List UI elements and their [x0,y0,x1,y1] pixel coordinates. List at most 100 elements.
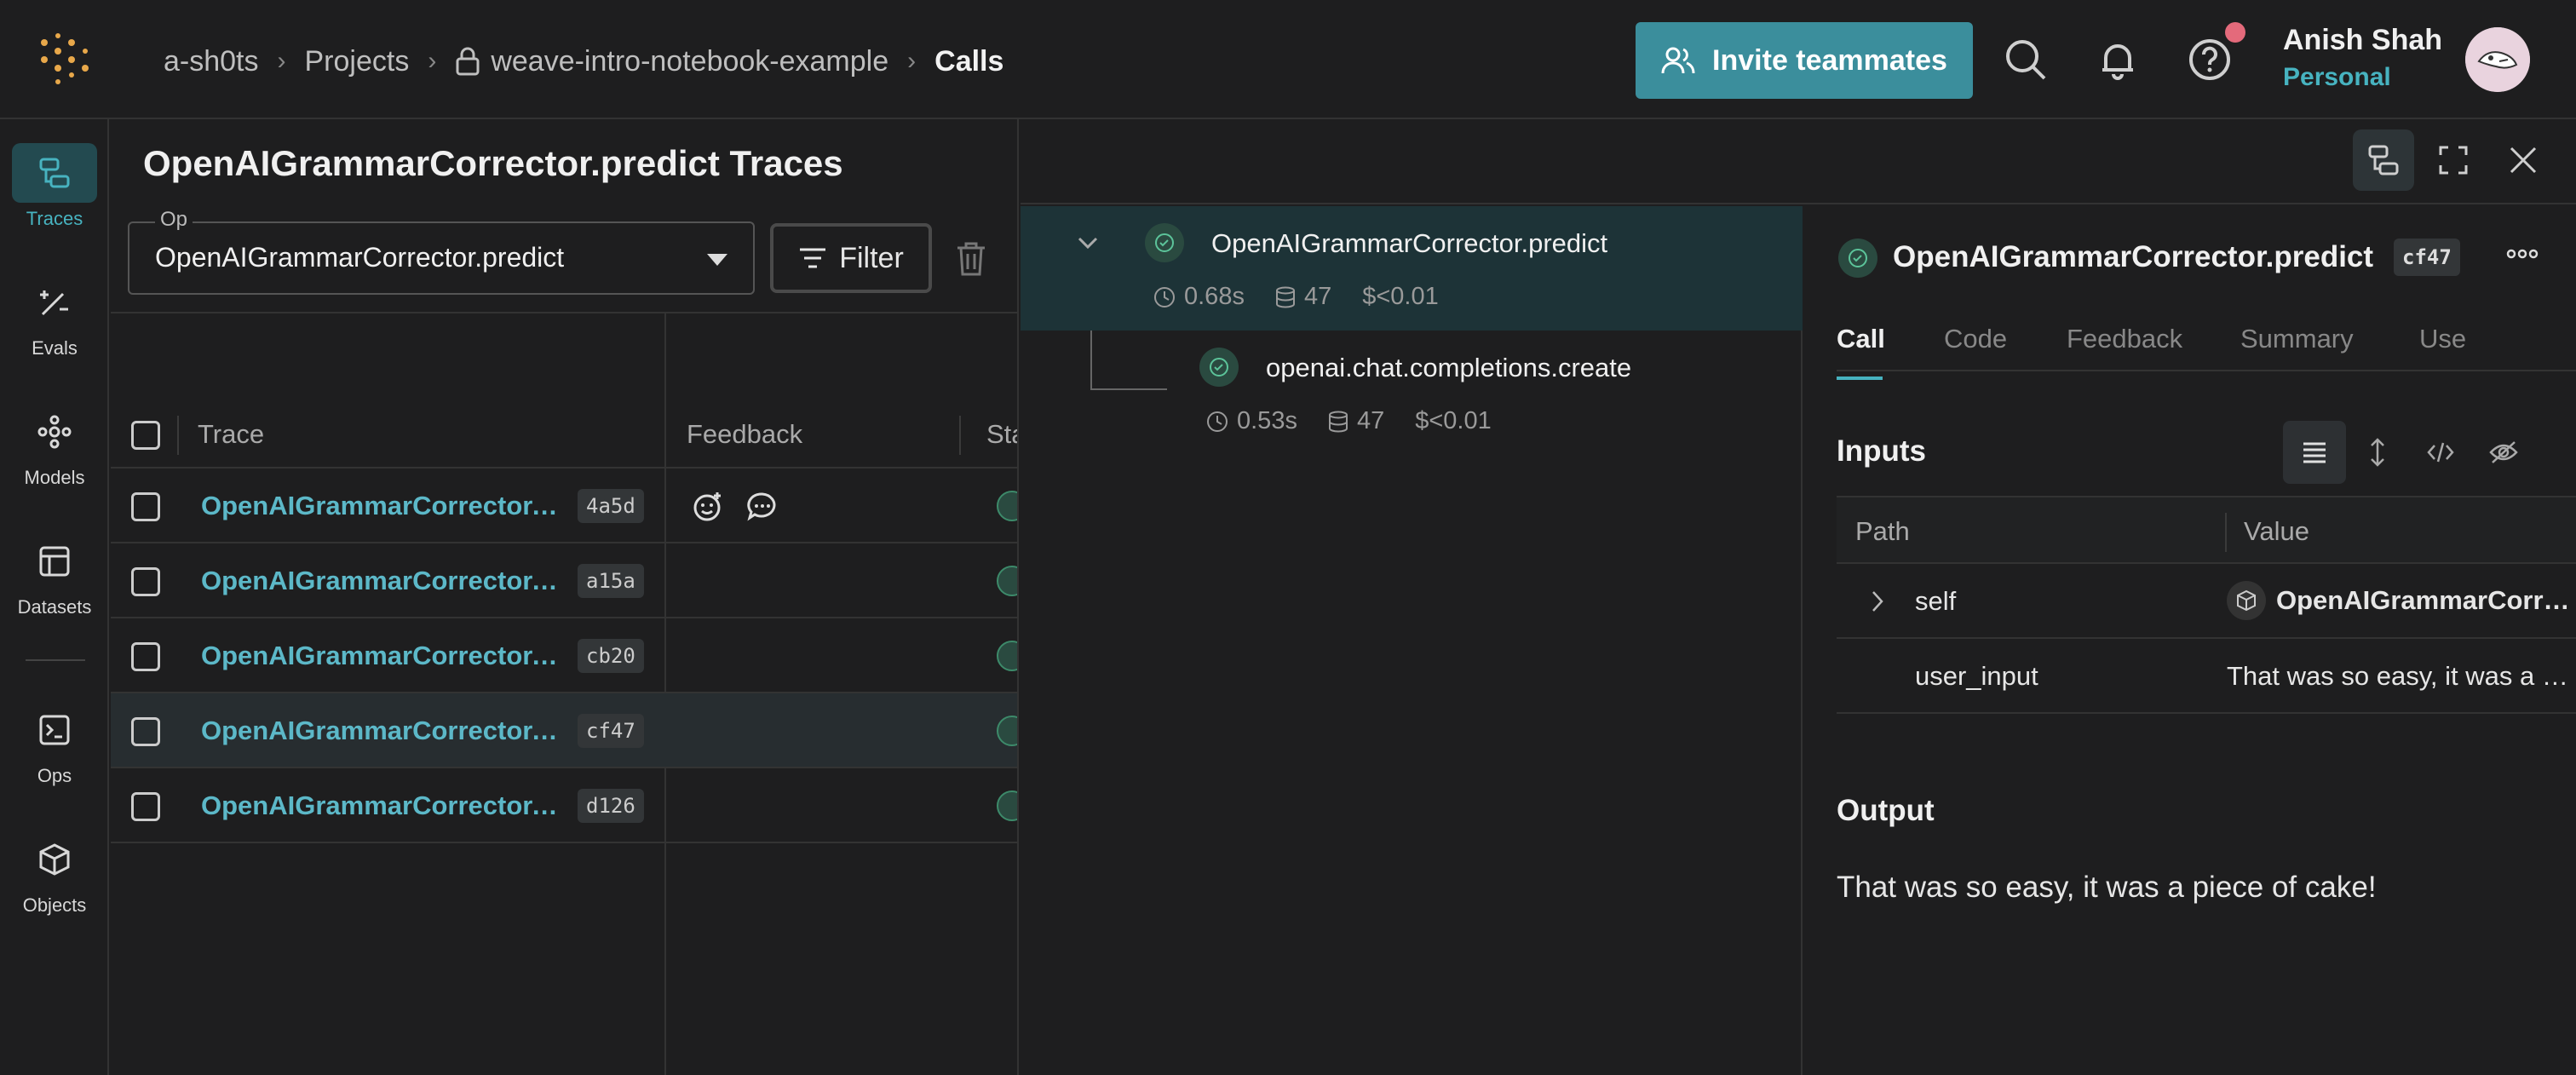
chevron-down-icon[interactable] [1077,232,1099,254]
objects-icon [39,843,70,876]
trace-name-link[interactable]: OpenAIGrammarCorrector.predict [201,491,559,521]
inputs-table-header: Path Value [1837,496,2576,564]
input-row-self[interactable]: self OpenAIGrammarCorrector [1837,564,2576,639]
sidebar-item-evals[interactable]: Evals [0,273,109,359]
input-key: user_input [1915,661,2038,691]
avatar[interactable] [2465,27,2530,92]
tab-code[interactable]: Code [1944,324,2007,354]
sidebar-item-traces[interactable]: Traces [0,143,109,230]
table-row[interactable]: OpenAIGrammarCorrector.predict d126 [111,768,1017,843]
filter-button[interactable]: Filter [770,223,932,293]
call-detail: OpenAIGrammarCorrector.predict cf47 Call… [1804,206,2576,1075]
status-icon [997,566,1017,596]
row-checkbox[interactable] [131,717,160,746]
latency: 0.68s [1184,283,1245,310]
database-icon [1328,411,1348,433]
chevron-right-icon: › [277,47,286,75]
call-tree-row-root[interactable]: OpenAIGrammarCorrector.predict 0.68s 47 … [1021,206,1803,331]
fullscreen-button[interactable] [2423,129,2484,191]
side-nav: Traces Evals Models Datasets Ops Objects [0,119,109,1075]
active-tab-indicator [1837,377,1883,380]
tree-view-button[interactable] [2353,129,2414,191]
page-title: OpenAIGrammarCorrector.predict Traces [143,143,843,183]
column-header-value: Value [2244,516,2309,546]
help-icon[interactable] [2188,37,2232,82]
table-row[interactable]: OpenAIGrammarCorrector.predict a15a [111,543,1017,618]
op-select[interactable]: Op OpenAIGrammarCorrector.predict [128,208,755,295]
input-key: self [1915,586,1957,616]
call-id-badge: 4a5d [578,489,644,523]
models-icon [37,415,72,449]
tab-feedback[interactable]: Feedback [2067,324,2182,354]
expand-rows-button[interactable] [2346,421,2409,484]
breadcrumb-entity[interactable]: a-sh0ts [164,45,259,78]
success-status-icon [1199,348,1239,387]
call-id-badge[interactable]: cf47 [2394,239,2460,276]
row-checkbox[interactable] [131,642,160,671]
cost: $<0.01 [1362,283,1439,310]
eye-off-icon [2489,441,2518,463]
sidebar-item-datasets[interactable]: Datasets [0,532,109,618]
object-ref-link[interactable]: OpenAIGrammarCorrector [2227,581,2576,620]
bell-icon[interactable] [2096,37,2140,82]
more-options-icon[interactable] [2506,249,2539,259]
users-icon [1661,47,1695,74]
weave-logo[interactable] [37,31,92,85]
filter-icon [800,248,826,268]
chevron-right-icon[interactable] [1869,589,1886,613]
op-select-value: OpenAIGrammarCorrector.predict [155,242,565,273]
chevron-right-icon: › [428,47,437,75]
user-account-type[interactable]: Personal [2283,63,2391,92]
column-separator[interactable] [959,416,961,455]
trace-name-link[interactable]: OpenAIGrammarCorrector.predict [201,566,559,596]
column-header-status[interactable]: Sta [986,419,1017,450]
traces-icon [2368,145,2399,175]
sidebar-item-objects[interactable]: Objects [0,830,109,917]
row-checkbox[interactable] [131,567,160,596]
column-separator[interactable] [177,416,179,455]
list-view-button[interactable] [2283,421,2346,484]
table-row-selected[interactable]: OpenAIGrammarCorrector.predict cf47 [111,693,1017,768]
table-row[interactable]: OpenAIGrammarCorrector.predict cb20 [111,618,1017,693]
clock-icon [1154,286,1175,308]
invite-teammates-button[interactable]: Invite teammates [1636,22,1973,99]
trace-name-link[interactable]: OpenAIGrammarCorrector.predict [201,716,559,746]
sidebar-item-ops[interactable]: Ops [0,700,109,787]
output-value: That was so easy, it was a piece of cake… [1837,871,2377,904]
close-icon [2510,147,2537,174]
tab-use[interactable]: Use [2419,324,2466,354]
delete-icon[interactable] [954,240,988,278]
column-header-feedback[interactable]: Feedback [687,419,802,450]
sidebar-item-models[interactable]: Models [0,402,109,489]
caret-down-icon [707,254,727,266]
list-icon [2303,442,2326,463]
tree-connector [1090,331,1167,390]
add-note-icon[interactable] [746,491,779,523]
add-reaction-icon[interactable] [692,491,724,523]
column-header-trace[interactable]: Trace [198,419,264,450]
column-header-path: Path [1855,516,1910,546]
select-all-checkbox[interactable] [131,421,160,450]
grid-divider [111,312,1017,313]
breadcrumb-project[interactable]: weave-intro-notebook-example [491,45,888,78]
trace-name-link[interactable]: OpenAIGrammarCorrector.predict [201,641,559,671]
status-icon [997,491,1017,521]
call-id-badge: d126 [578,789,644,823]
input-row-user-input[interactable]: user_input That was so easy, it was a pi… [1837,639,2576,714]
cost: $<0.01 [1415,407,1492,434]
breadcrumb-projects[interactable]: Projects [305,45,410,78]
tab-call[interactable]: Call [1837,324,1885,380]
code-view-button[interactable] [2409,421,2472,484]
search-icon[interactable] [2004,37,2048,82]
table-row[interactable]: OpenAIGrammarCorrector.predict 4a5d [111,469,1017,543]
table-header: Trace Feedback Sta [111,402,1017,469]
breadcrumb-current: Calls [934,44,1004,78]
row-checkbox[interactable] [131,792,160,821]
close-button[interactable] [2493,129,2554,191]
expand-vertical-icon [2371,438,2384,467]
user-name[interactable]: Anish Shah [2283,24,2442,57]
tab-summary[interactable]: Summary [2240,324,2354,354]
row-checkbox[interactable] [131,492,160,521]
hide-values-button[interactable] [2472,421,2535,484]
trace-name-link[interactable]: OpenAIGrammarCorrector.predict [201,790,559,821]
